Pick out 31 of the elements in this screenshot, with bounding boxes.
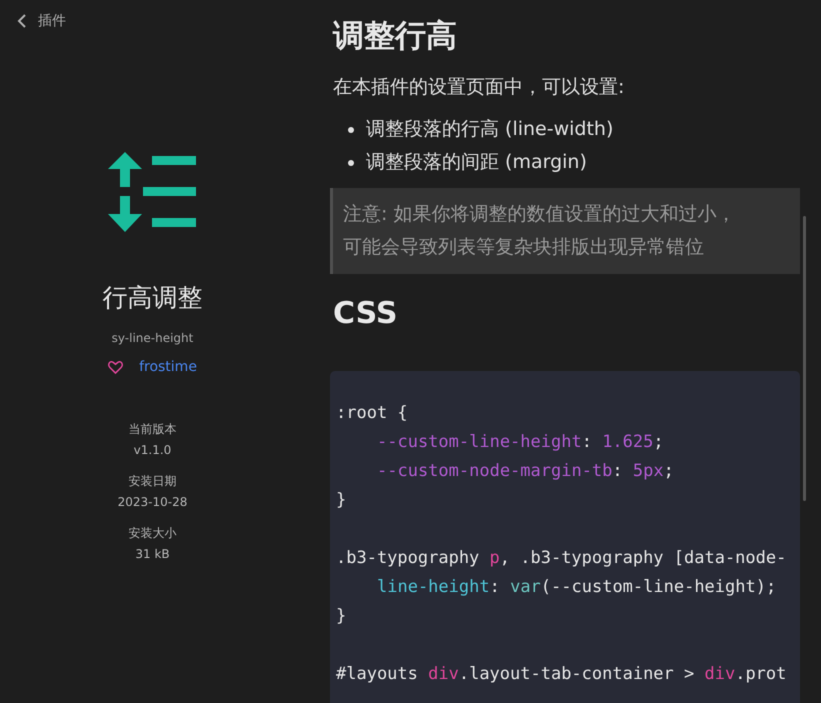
code-line: .b3-typography p, .b3-typography [data-node- <box>336 547 786 570</box>
author-link[interactable]: frostime <box>139 359 197 375</box>
info-value: 2023-10-28 <box>118 494 188 511</box>
info-value: 31 kB <box>135 546 170 563</box>
note-text: 可能会导致列表等复杂块排版出现异常错位 <box>343 235 705 260</box>
line-height-icon <box>108 152 198 232</box>
code-line: } <box>336 605 346 628</box>
info-label: 安装大小 <box>128 525 176 542</box>
note-text: 注意: 如果你将调整的数值设置的过大和过小， <box>343 202 736 227</box>
info-label: 当前版本 <box>128 421 176 438</box>
code-line: line-height: var(--custom-line-height); <box>377 576 776 599</box>
plugin-id: sy-line-height <box>112 331 194 345</box>
info-value: v1.1.0 <box>134 442 172 459</box>
back-icon[interactable] <box>17 14 27 28</box>
bullet-dot <box>348 126 354 132</box>
readme-heading: 调整行高 <box>333 17 458 56</box>
heart-icon[interactable] <box>108 360 124 374</box>
css-heading: CSS <box>333 296 398 331</box>
plugin-name: 行高调整 <box>102 282 202 314</box>
intro-text: 在本插件的设置页面中，可以设置: <box>333 75 626 100</box>
back-link[interactable]: 插件 <box>38 12 66 30</box>
code-line: } <box>336 489 346 512</box>
code-line: --custom-node-margin-tb: 5px; <box>377 460 674 483</box>
bullet-text: 调整段落的间距 (margin) <box>366 150 587 175</box>
code-line: --custom-line-height: 1.625; <box>377 431 664 454</box>
code-line: #layouts div.layout-tab-container > div.prot <box>336 663 786 686</box>
code-line: :root { <box>336 402 408 425</box>
info-label: 安装日期 <box>128 473 176 490</box>
bullet-dot <box>348 160 354 166</box>
bullet-text: 调整段落的行高 (line-width) <box>366 117 614 142</box>
scrollbar[interactable] <box>803 216 806 501</box>
